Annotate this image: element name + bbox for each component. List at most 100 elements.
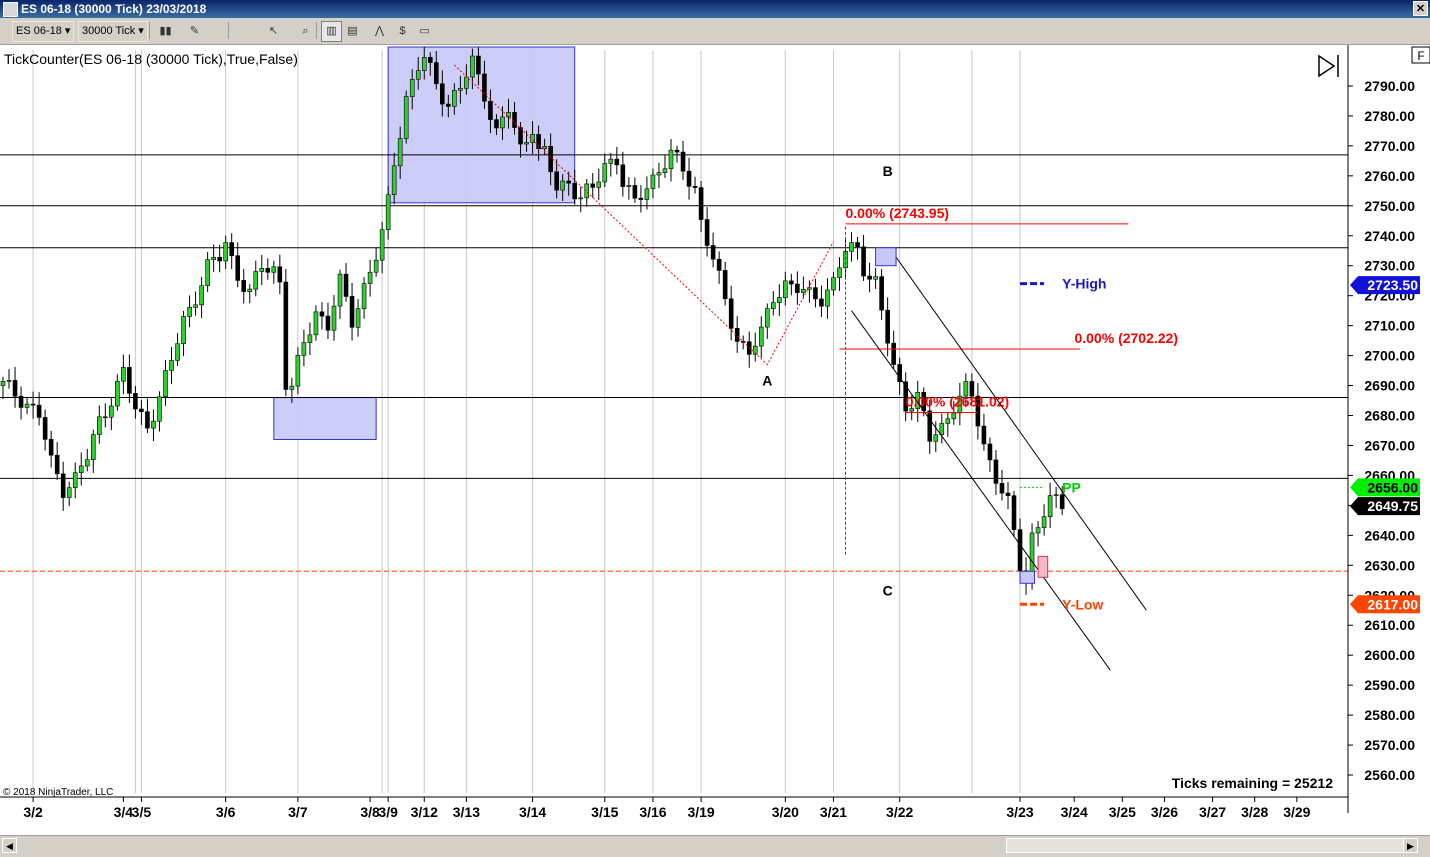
candle-down (566, 180, 571, 184)
chart-data-box-icon[interactable]: ▤ (342, 21, 363, 42)
interval-select[interactable]: 30000 Tick ▾ (78, 21, 148, 42)
candle-up (849, 242, 854, 252)
candle-down (620, 164, 626, 187)
candle-down (819, 298, 824, 307)
horizontal-scrollbar[interactable]: ◀ ▶ (0, 835, 1430, 857)
x-tick-label: 3/5 (132, 804, 152, 820)
y-tick-label: 2710.00 (1364, 318, 1415, 334)
y-high-label: Y-High (1062, 276, 1106, 292)
y-tick-label: 2760.00 (1364, 168, 1415, 184)
y-tick-label: 2630.00 (1364, 557, 1415, 573)
candle-up (90, 434, 96, 460)
candle-up (764, 308, 770, 328)
candle-down (728, 298, 734, 329)
zone-box (273, 397, 377, 440)
candle-up (115, 380, 120, 407)
x-tick-label: 3/14 (519, 804, 546, 820)
y-tick-label: 2700.00 (1364, 348, 1415, 364)
candle-up (452, 89, 457, 107)
candle-up (24, 403, 30, 408)
candle-up (109, 405, 114, 418)
zoom-icon[interactable]: ⌕ (295, 21, 316, 42)
candle-up (397, 138, 403, 167)
candle-down (265, 268, 271, 273)
y-tick-label: 2680.00 (1364, 408, 1415, 424)
candle-down (554, 171, 559, 191)
close-icon[interactable]: ✕ (1413, 1, 1428, 16)
candle-up (199, 285, 204, 306)
candle-up (307, 334, 313, 343)
candle-up (403, 96, 409, 139)
candle-up (1053, 494, 1059, 496)
candle-down (476, 55, 481, 75)
candle-down (704, 219, 710, 246)
candle-up (807, 287, 812, 290)
scroll-thumb[interactable] (1006, 838, 1406, 853)
candle-up (0, 381, 6, 386)
candle-down (54, 454, 60, 475)
candle-up (253, 271, 259, 290)
bar-style-icon[interactable]: ▮▮ (155, 21, 176, 42)
y-tick-label: 2730.00 (1364, 258, 1415, 274)
candle-up (500, 116, 505, 129)
dollar-icon[interactable]: $ (392, 21, 413, 42)
candle-up (379, 229, 385, 261)
candle-up (770, 302, 776, 309)
x-tick-label: 3/12 (411, 804, 438, 820)
draw-pencil-icon[interactable]: ✎ (184, 21, 205, 42)
candle-down (692, 186, 698, 188)
candle-up (560, 180, 565, 191)
properties-icon[interactable]: ▭ (414, 21, 435, 42)
x-tick-label: 3/19 (687, 804, 714, 820)
y-tick-label: 2610.00 (1364, 617, 1415, 633)
candle-down (36, 404, 42, 418)
y-axis: 2790.00 2780.00 2770.00 2760.00 2750.00 2740.… (1347, 45, 1430, 835)
strategies-icon[interactable]: ⋀ (369, 21, 390, 42)
window-titlebar: ES 06-18 (30000 Tick) 23/03/2018 ✕ (0, 0, 1430, 18)
candle-down (319, 311, 325, 317)
candle-down (710, 245, 716, 260)
cursor-icon[interactable]: ↖ (263, 21, 284, 42)
candle-down (48, 439, 54, 456)
candle-down (145, 411, 150, 429)
copyright-text: © 2018 NinjaTrader, LLC (3, 787, 113, 798)
fib-label: 0.00% (2743.95) (846, 205, 950, 221)
scroll-left-icon[interactable]: ◀ (2, 838, 17, 853)
candle-up (458, 88, 463, 91)
candle-up (6, 380, 12, 382)
candle-up (596, 181, 602, 188)
y-tick-label: 2780.00 (1364, 108, 1415, 124)
candle-up (825, 289, 830, 307)
y-low-label: Y-Low (1062, 596, 1103, 612)
candle-up (385, 194, 391, 231)
candle-down (686, 170, 692, 187)
wave-label: B (883, 163, 893, 179)
candle-up (656, 172, 662, 176)
x-tick-label: 3/24 (1061, 804, 1088, 820)
price-chart[interactable]: 0.00% (2743.95)0.00% (2702.22)0.00% (268… (0, 45, 1430, 835)
f-button[interactable]: F (1411, 46, 1430, 64)
chart-toolbar: ES 06-18 ▾ 30000 Tick ▾ ▮▮ ✎ ↖ ⌕ ▥ ▤ ⋀ $… (0, 18, 1430, 45)
signal-box (875, 247, 897, 267)
y-tick-label: 2590.00 (1364, 677, 1415, 693)
scroll-to-end-icon[interactable] (1318, 54, 1339, 78)
candle-up (259, 268, 265, 272)
candle-down (632, 185, 638, 199)
candle-up (367, 271, 373, 284)
scroll-right-icon[interactable]: ▶ (1403, 838, 1418, 853)
app-icon (3, 2, 18, 17)
candle-down (789, 280, 794, 285)
candle-up (945, 418, 951, 424)
candle-up (96, 416, 102, 435)
candle-down (440, 83, 445, 105)
candle-up (578, 197, 584, 200)
candle-up (524, 142, 529, 145)
chart-bars-icon[interactable]: ▥ (321, 21, 342, 42)
x-tick-label: 3/21 (820, 804, 847, 820)
instrument-select[interactable]: ES 06-18 ▾ (12, 21, 75, 42)
candle-down (638, 197, 644, 200)
x-tick-label: 3/16 (639, 804, 666, 820)
candle-up (187, 306, 192, 317)
candle-up (78, 465, 84, 473)
signal-box (1019, 570, 1035, 584)
